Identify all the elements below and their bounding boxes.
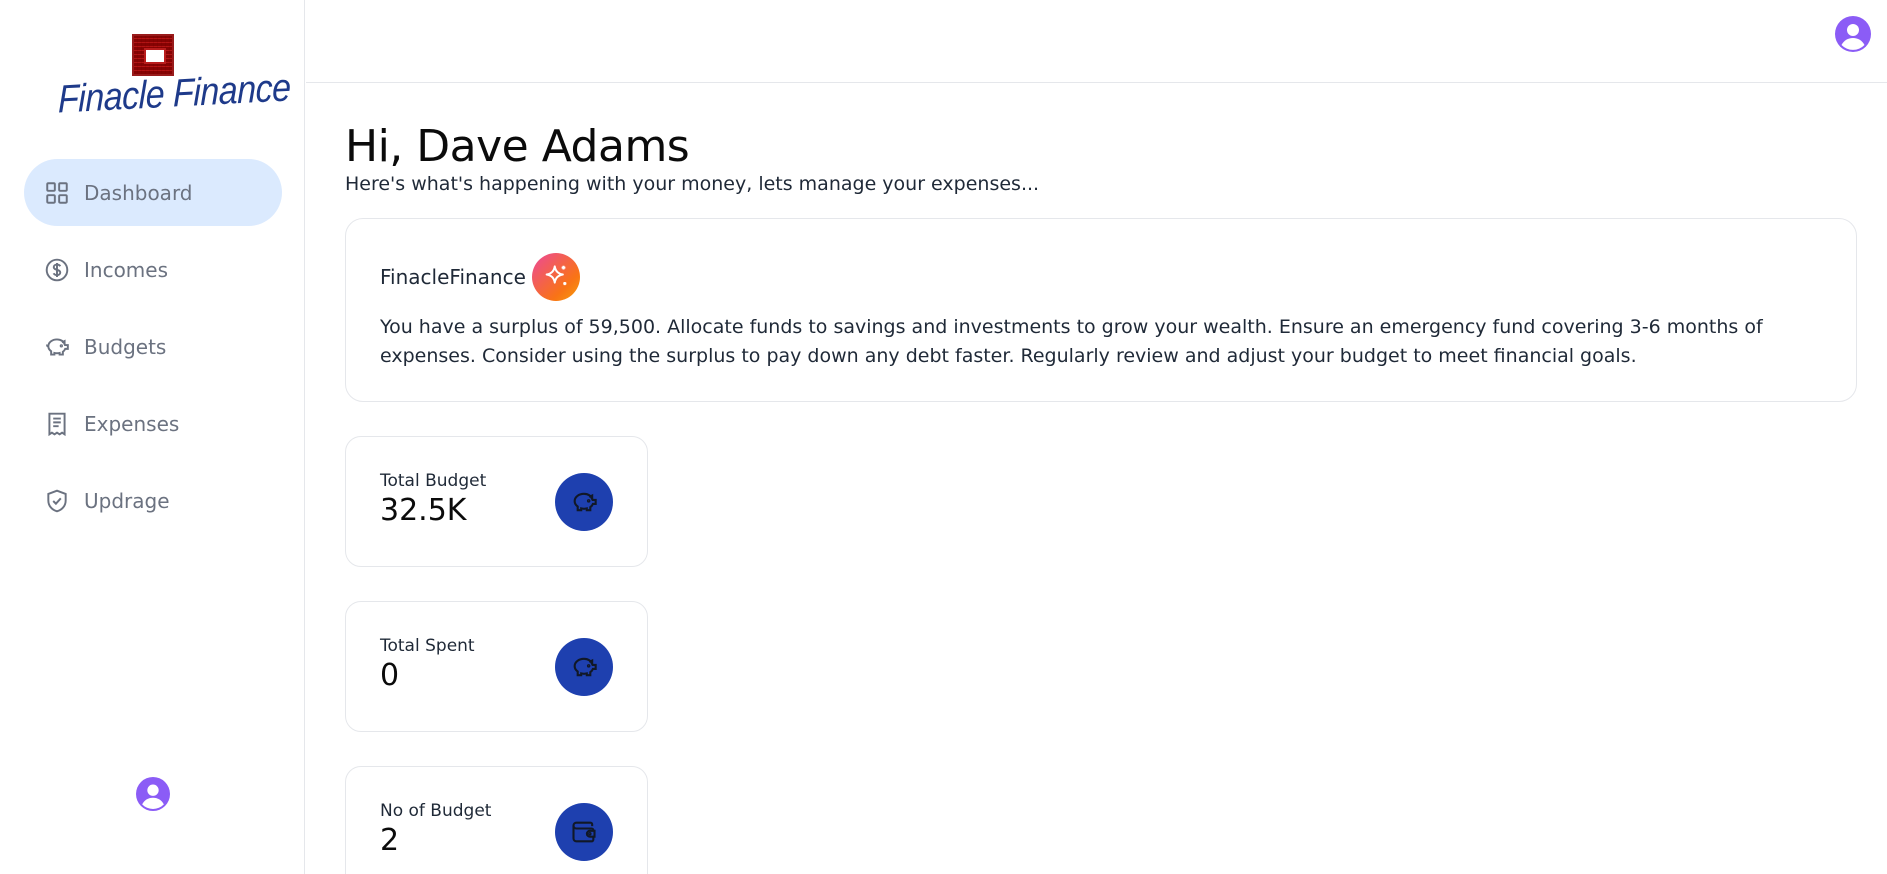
piggy-bank-icon (44, 334, 70, 360)
sidebar-item-updrage[interactable]: Updrage (24, 467, 282, 534)
sidebar-item-budgets[interactable]: Budgets (24, 313, 282, 380)
sidebar-nav: Dashboard Incomes Budgets Expenses Updra… (24, 159, 282, 544)
sidebar-item-label: Incomes (84, 257, 169, 282)
logo-text: Finacle Finance (58, 65, 291, 122)
avatar-icon (136, 777, 170, 811)
piggy-bank-icon (555, 638, 613, 696)
sidebar-item-incomes[interactable]: Incomes (24, 236, 282, 303)
ai-insight-header: FinacleFinance (380, 253, 1822, 301)
sparkles-icon (531, 253, 580, 301)
sidebar-item-dashboard[interactable]: Dashboard (24, 159, 282, 226)
dollar-circle-icon (44, 257, 70, 283)
sidebar-item-label: Dashboard (84, 180, 193, 205)
stat-card-no-of-budget: No of Budget 2 (345, 766, 648, 874)
sidebar-item-label: Updrage (84, 488, 170, 513)
sidebar-item-expenses[interactable]: Expenses (24, 390, 282, 457)
dashboard-grid-icon (44, 180, 70, 206)
user-avatar-header[interactable] (1835, 16, 1871, 52)
stat-card-total-budget: Total Budget 32.5K (345, 436, 648, 567)
receipt-icon (44, 411, 70, 437)
wallet-icon (555, 803, 613, 861)
logo-mark-icon (132, 34, 174, 76)
page-subtitle: Here's what's happening with your money,… (345, 173, 1040, 195)
ai-insight-message: You have a surplus of 59,500. Allocate f… (380, 316, 1763, 367)
page-title: Hi, Dave Adams (345, 121, 690, 172)
sidebar: Finacle Finance Dashboard Incomes Budget… (0, 0, 305, 874)
stat-card-total-spent: Total Spent 0 (345, 601, 648, 732)
shield-check-icon (44, 488, 70, 514)
ai-brand-label: FinacleFinance (380, 265, 526, 289)
avatar-icon (1835, 16, 1871, 52)
user-avatar[interactable] (136, 777, 170, 811)
sidebar-item-label: Budgets (84, 334, 167, 359)
piggy-bank-icon (555, 473, 613, 531)
ai-insight-card: FinacleFinance You have a surplus of 59,… (345, 218, 1857, 402)
top-bar (306, 0, 1887, 83)
sidebar-item-label: Expenses (84, 411, 180, 436)
app-logo[interactable]: Finacle Finance (58, 34, 291, 126)
